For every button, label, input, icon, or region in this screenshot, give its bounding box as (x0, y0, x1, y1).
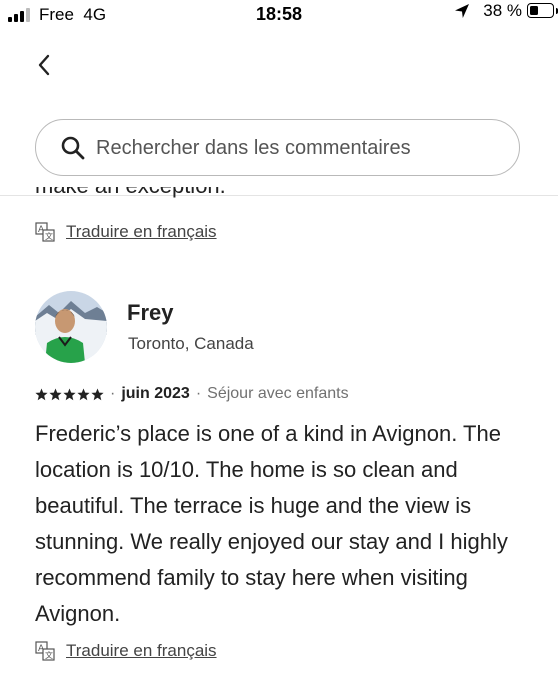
reviewer-location: Toronto, Canada (128, 334, 254, 353)
back-button[interactable] (30, 48, 62, 82)
avatar[interactable] (35, 291, 107, 363)
avatar-photo (35, 291, 107, 363)
review-date: juin 2023 (121, 385, 190, 402)
reviewer-name[interactable]: Frey (127, 300, 173, 326)
separator-dot: · (110, 385, 116, 402)
translate-link[interactable]: Traduire en français (66, 222, 217, 242)
rating-stars (35, 388, 104, 401)
svg-text:文: 文 (45, 231, 53, 241)
status-bar: Free 4G 18:58 38 % (0, 0, 558, 34)
translate-link[interactable]: Traduire en français (66, 641, 217, 661)
separator-dot: · (195, 385, 202, 402)
previous-review-translate: A 文 Traduire en français (35, 221, 217, 243)
review-meta: · juin 2023 · Séjour avec enfants (35, 383, 349, 405)
previous-review-text: make an exception. (35, 187, 335, 199)
translate-icon: A 文 (35, 222, 55, 242)
status-time: 18:58 (255, 4, 303, 24)
battery-icon (527, 3, 554, 18)
star-icon (63, 388, 76, 400)
svg-text:文: 文 (45, 650, 53, 660)
star-icon (35, 388, 48, 400)
star-icon (49, 388, 62, 400)
battery-percent: 38 % (483, 1, 522, 20)
star-icon (91, 388, 104, 400)
review-translate: A 文 Traduire en français (35, 640, 217, 662)
trip-type: Séjour avec enfants (207, 385, 349, 402)
location-arrow-icon (455, 4, 469, 18)
chevron-left-icon (38, 54, 50, 76)
translate-icon: A 文 (35, 641, 55, 661)
star-icon (77, 388, 90, 400)
search-bar[interactable] (35, 119, 520, 176)
review-text: Frederic’s place is one of a kind in Avi… (35, 421, 508, 626)
search-icon (61, 136, 85, 160)
search-input[interactable] (94, 120, 498, 176)
